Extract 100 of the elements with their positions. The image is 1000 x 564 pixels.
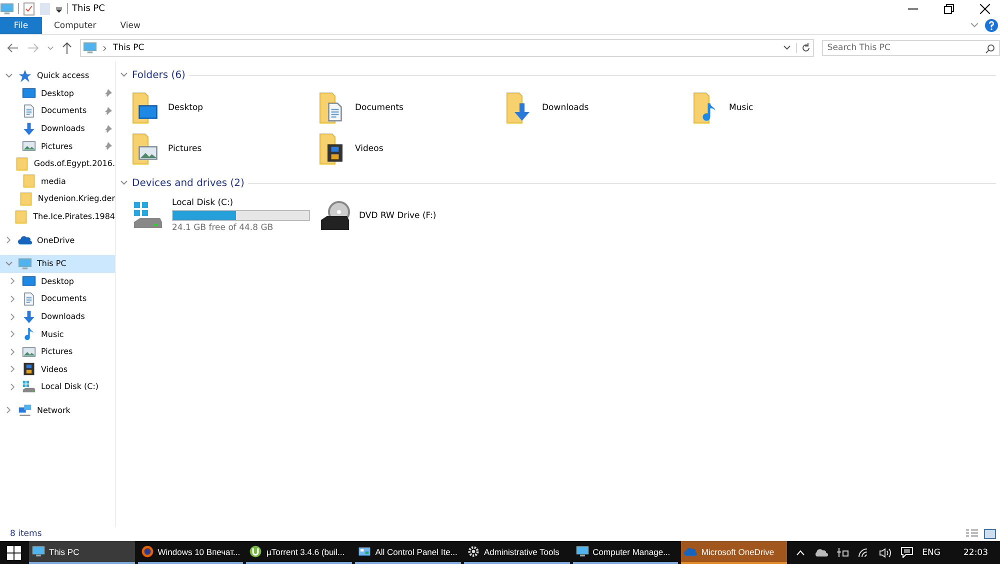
item-label: Music — [729, 102, 754, 112]
up-arrow-icon[interactable] — [62, 42, 72, 54]
address-bar[interactable]: This PC — [80, 39, 814, 57]
cloud-icon — [18, 233, 32, 248]
taskbar-button[interactable]: Administrative Tools — [464, 541, 570, 564]
tree-item[interactable]: Local Disk (C:) — [0, 378, 115, 396]
computer-icon — [83, 41, 97, 55]
tree-item[interactable]: Nydenion.Krieg.der — [0, 190, 115, 208]
window-title: This PC — [72, 4, 105, 14]
language-indicator[interactable]: ENG — [922, 548, 940, 558]
down-arrow-icon — [22, 122, 36, 136]
search-icon[interactable] — [985, 44, 995, 54]
tree-item[interactable]: media — [0, 172, 115, 190]
ribbon-tab[interactable]: File — [0, 17, 42, 34]
ribbon-tab[interactable]: Computer — [42, 17, 108, 34]
tree-item[interactable]: Downloads — [0, 308, 115, 326]
tree-item[interactable]: Downloads — [0, 120, 115, 138]
taskbar-button[interactable]: Windows 10 Впечат... — [138, 541, 244, 564]
chevron-icon[interactable] — [796, 550, 806, 556]
free-space-text: 24.1 GB free of 44.8 GB — [172, 223, 274, 233]
ribbon-tab[interactable]: View — [108, 17, 152, 34]
tree-item[interactable]: The.Ice.Pirates.1984 — [0, 208, 115, 226]
picture-icon — [22, 139, 36, 154]
breadcrumb[interactable]: This PC — [113, 43, 144, 53]
picture-icon — [22, 344, 36, 359]
large-icons-view-icon[interactable] — [984, 529, 996, 539]
tree-item[interactable]: Music — [0, 325, 115, 343]
speaker-icon[interactable] — [879, 548, 892, 558]
search-field[interactable]: Search This PC — [822, 40, 1000, 56]
dropdown-icon[interactable] — [55, 4, 63, 12]
tree-item[interactable]: Pictures — [0, 137, 115, 155]
folder-icon — [14, 210, 28, 224]
folder-tile[interactable]: Videos — [319, 128, 506, 169]
computer-icon — [32, 545, 45, 558]
notification-icon[interactable] — [901, 547, 914, 558]
film-icon — [325, 142, 345, 162]
cloud-icon[interactable] — [814, 548, 828, 558]
down-arrow-icon — [512, 102, 532, 122]
music-note-icon — [22, 327, 36, 342]
folder-tile[interactable]: Music — [693, 87, 880, 128]
document-icon — [325, 102, 345, 122]
folder-tile[interactable]: Local Disk (C:) 24.1 GB free of 44.8 GB — [132, 195, 319, 236]
folder-tile[interactable]: Documents — [319, 87, 506, 128]
taskbar-button[interactable]: All Control Panel Ite... — [355, 541, 461, 564]
pin-icon[interactable] — [104, 89, 112, 98]
film-icon — [22, 362, 36, 376]
folder-tile[interactable]: Desktop — [132, 87, 319, 128]
star-icon — [18, 68, 32, 83]
cloud-icon — [684, 545, 698, 558]
folder-icon — [18, 192, 33, 206]
clock[interactable]: 22:03 — [964, 548, 988, 558]
help-icon[interactable] — [985, 19, 998, 32]
tree-item[interactable]: Desktop — [0, 84, 115, 102]
tree-item[interactable]: Desktop — [0, 272, 115, 290]
refresh-icon[interactable] — [796, 43, 812, 53]
tree-item[interactable]: Quick access — [0, 67, 115, 85]
start-icon[interactable] — [7, 546, 21, 560]
details-view-icon[interactable] — [966, 529, 978, 539]
group-heading[interactable]: Devices and drives (2) — [132, 178, 244, 188]
taskbar-button[interactable]: Microsoft OneDrive — [681, 541, 788, 564]
tree-item[interactable]: Documents — [0, 290, 115, 308]
drive-icon — [22, 380, 36, 394]
folder-tile[interactable]: Pictures — [132, 128, 319, 169]
control-panel-icon — [358, 545, 372, 558]
tree-item[interactable]: Gods.of.Egypt.2016. — [0, 154, 115, 173]
item-label: DVD RW Drive (F:) — [359, 210, 436, 220]
chevron-icon[interactable] — [783, 44, 792, 52]
folder-tile[interactable]: Downloads — [506, 87, 693, 128]
gear-icon — [466, 545, 480, 558]
folder-icon — [22, 174, 36, 188]
taskbar-button[interactable]: µTorrent 3.4.6 (buil... — [246, 541, 352, 564]
pin-icon[interactable] — [104, 142, 112, 150]
tree-item[interactable]: This PC — [0, 254, 115, 273]
restore-icon[interactable] — [944, 4, 954, 14]
tree-item[interactable]: Videos — [0, 360, 115, 378]
pin-icon[interactable] — [104, 106, 112, 115]
tree-item[interactable]: OneDrive — [0, 231, 115, 249]
back-arrow-icon[interactable] — [7, 43, 19, 53]
forward-arrow-icon[interactable] — [27, 43, 39, 53]
folder-tile[interactable]: DVD RW Drive (F:) — [319, 195, 506, 236]
network-icon — [18, 403, 32, 418]
taskbar-button[interactable]: Computer Manage... — [572, 541, 678, 564]
item-label: Downloads — [542, 102, 589, 112]
monitor-icon — [22, 274, 36, 288]
properties-icon[interactable] — [23, 2, 35, 16]
pin-icon[interactable] — [104, 124, 112, 133]
disc-drive-icon — [319, 200, 351, 232]
drive-name: Local Disk (C:) — [172, 198, 234, 208]
taskbar-button[interactable]: This PC — [29, 541, 135, 564]
computer-icon — [0, 2, 14, 16]
computer-icon — [18, 256, 32, 271]
document-icon — [22, 104, 36, 118]
tree-item[interactable]: Network — [0, 402, 115, 420]
monitor-icon — [22, 86, 36, 100]
group-heading[interactable]: Folders (6) — [132, 70, 186, 80]
torrent-icon — [249, 545, 262, 558]
tree-item[interactable]: Documents — [0, 102, 115, 120]
tree-item[interactable]: Pictures — [0, 342, 115, 360]
close-icon[interactable] — [980, 4, 990, 14]
document-icon — [22, 292, 36, 306]
